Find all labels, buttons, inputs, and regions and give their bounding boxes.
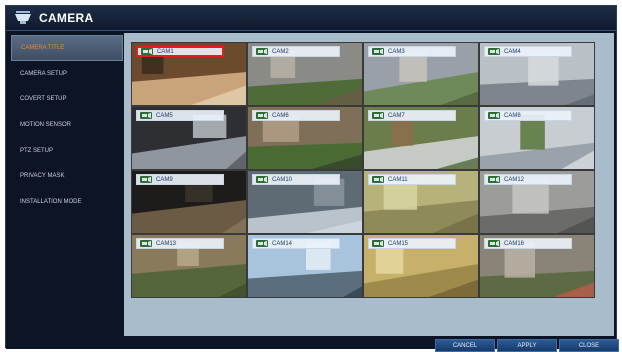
camera-title-text: CAM6 bbox=[272, 112, 289, 119]
camera-title-text: CAM16 bbox=[504, 240, 525, 247]
camera-icon bbox=[488, 240, 500, 247]
camera-title-field[interactable]: CAM15 bbox=[368, 238, 456, 249]
camera-icon bbox=[488, 112, 500, 119]
sidebar-item-ptz-setup[interactable]: PTZ SETUP bbox=[11, 138, 123, 164]
camera-tile[interactable]: CAM16 bbox=[479, 234, 595, 298]
camera-icon bbox=[488, 48, 500, 55]
camera-title-text: CAM10 bbox=[272, 176, 293, 183]
camera-title-text: CAM8 bbox=[504, 112, 521, 119]
sidebar-item-camera-setup[interactable]: CAMERA SETUP bbox=[11, 61, 123, 87]
camera-title-field[interactable]: CAM7 bbox=[368, 110, 456, 121]
camera-title-text: CAM3 bbox=[388, 48, 405, 55]
camera-title-field[interactable]: CAM14 bbox=[252, 238, 340, 249]
camera-icon bbox=[140, 240, 152, 247]
camera-settings-window: CAMERA CAMERA TITLE CAMERA SETUP COVERT … bbox=[5, 5, 619, 352]
camera-tile[interactable]: CAM10 bbox=[247, 170, 363, 234]
camera-title-text: CAM14 bbox=[272, 240, 293, 247]
camera-icon bbox=[256, 112, 268, 119]
camera-title-field[interactable]: CAM4 bbox=[484, 46, 572, 57]
camera-icon bbox=[256, 240, 268, 247]
sidebar-item-privacy-mask[interactable]: PRIVACY MASK bbox=[11, 163, 123, 189]
camera-title-text: CAM11 bbox=[388, 176, 408, 183]
camera-tile[interactable]: CAM2 bbox=[247, 42, 363, 106]
camera-title-field[interactable]: CAM9 bbox=[136, 174, 224, 185]
camera-icon bbox=[140, 112, 152, 119]
camera-title-text: CAM12 bbox=[504, 176, 525, 183]
camera-menu-icon bbox=[15, 11, 31, 24]
camera-tile[interactable]: CAM7 bbox=[363, 106, 479, 170]
camera-tile[interactable]: CAM5 bbox=[131, 106, 247, 170]
camera-icon bbox=[372, 112, 384, 119]
camera-icon bbox=[372, 48, 384, 55]
camera-tile[interactable]: CAM1 bbox=[131, 42, 247, 106]
camera-title-field[interactable]: CAM5 bbox=[136, 110, 224, 121]
close-button[interactable]: CLOSE bbox=[559, 339, 619, 352]
camera-tile[interactable]: CAM15 bbox=[363, 234, 479, 298]
camera-title-panel: CAM1 CAM2 CAM3 CAM4 CAM5 CAM6 CAM7 CAM8 CAM9 CAM1… bbox=[124, 33, 614, 336]
camera-title-text: CAM1 bbox=[157, 48, 174, 55]
camera-title-field[interactable]: CAM16 bbox=[484, 238, 572, 249]
camera-title-text: CAM15 bbox=[388, 240, 409, 247]
camera-title-field[interactable]: CAM10 bbox=[252, 174, 340, 185]
camera-icon bbox=[372, 240, 384, 247]
camera-title-field[interactable]: CAM11 bbox=[368, 174, 456, 185]
sidebar-item-installation-mode[interactable]: INSTALLATION MODE bbox=[11, 189, 123, 215]
sidebar-item-covert-setup[interactable]: COVERT SETUP bbox=[11, 86, 123, 112]
camera-icon bbox=[488, 176, 500, 183]
camera-title-text: CAM7 bbox=[388, 112, 405, 119]
sidebar-item-camera-title[interactable]: CAMERA TITLE bbox=[11, 35, 123, 61]
cancel-button[interactable]: CANCEL bbox=[435, 339, 495, 352]
camera-icon bbox=[140, 176, 152, 183]
camera-grid: CAM1 CAM2 CAM3 CAM4 CAM5 CAM6 CAM7 CAM8 CAM9 CAM1… bbox=[131, 42, 595, 298]
camera-icon bbox=[141, 48, 153, 55]
camera-tile[interactable]: CAM11 bbox=[363, 170, 479, 234]
camera-title-text: CAM9 bbox=[156, 176, 173, 183]
camera-title-field[interactable]: CAM2 bbox=[252, 46, 340, 57]
camera-title-text: CAM4 bbox=[504, 48, 521, 55]
camera-title-text: CAM13 bbox=[156, 240, 177, 247]
camera-tile[interactable]: CAM3 bbox=[363, 42, 479, 106]
apply-button[interactable]: APPLY bbox=[497, 339, 557, 352]
camera-tile[interactable]: CAM13 bbox=[131, 234, 247, 298]
camera-title-text: CAM2 bbox=[272, 48, 289, 55]
camera-tile[interactable]: CAM12 bbox=[479, 170, 595, 234]
camera-title-field[interactable]: CAM1 bbox=[136, 46, 224, 57]
camera-title-text: CAM5 bbox=[156, 112, 173, 119]
camera-title-field[interactable]: CAM13 bbox=[136, 238, 224, 249]
camera-tile[interactable]: CAM9 bbox=[131, 170, 247, 234]
camera-title-field[interactable]: CAM6 bbox=[252, 110, 340, 121]
sidebar-item-motion-sensor[interactable]: MOTION SENSOR bbox=[11, 112, 123, 138]
camera-tile[interactable]: CAM8 bbox=[479, 106, 595, 170]
camera-tile[interactable]: CAM14 bbox=[247, 234, 363, 298]
sidebar-menu: CAMERA TITLE CAMERA SETUP COVERT SETUP M… bbox=[11, 35, 123, 335]
camera-icon bbox=[256, 48, 268, 55]
window-title: CAMERA bbox=[39, 11, 94, 25]
camera-tile[interactable]: CAM6 bbox=[247, 106, 363, 170]
camera-icon bbox=[256, 176, 268, 183]
camera-title-field[interactable]: CAM3 bbox=[368, 46, 456, 57]
camera-title-field[interactable]: CAM8 bbox=[484, 110, 572, 121]
camera-title-field[interactable]: CAM12 bbox=[484, 174, 572, 185]
title-bar: CAMERA bbox=[6, 6, 616, 31]
camera-tile[interactable]: CAM4 bbox=[479, 42, 595, 106]
camera-icon bbox=[372, 176, 384, 183]
